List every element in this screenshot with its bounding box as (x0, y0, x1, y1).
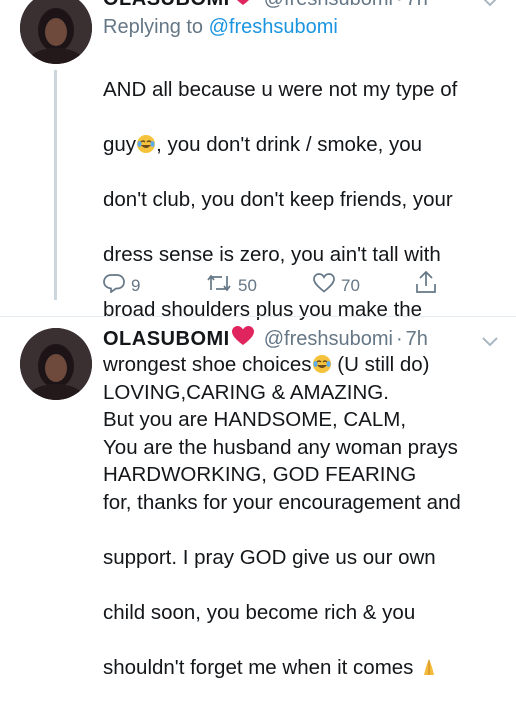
text-fragment: guy (103, 132, 137, 156)
like-icon (313, 273, 335, 298)
tweet-header: OLASUBOMI @freshsubomi · 7h (103, 0, 428, 12)
tweet-actions: 9 50 70 (103, 270, 463, 301)
handle[interactable]: @freshsubomi (264, 0, 393, 11)
retweet-button[interactable]: 50 (206, 273, 257, 298)
avatar[interactable] (20, 0, 92, 64)
tears-of-joy-icon (136, 134, 156, 154)
retweet-count: 50 (238, 275, 257, 295)
text-fragment: , you don't drink / smoke, you (156, 132, 423, 156)
replying-label: Replying to (103, 16, 209, 38)
text-line: don't club, you don't keep friends, your (103, 187, 453, 211)
tweet-divider (0, 316, 516, 317)
reply-icon (103, 273, 125, 298)
timestamp[interactable]: 7h (406, 0, 428, 11)
text-line: You are the husband any woman prays (103, 435, 458, 459)
replying-to: Replying to @freshsubomi (103, 16, 338, 39)
share-icon (415, 270, 437, 299)
like-count: 70 (341, 275, 360, 295)
tweet-header: OLASUBOMI @freshsubomi · 7h (103, 326, 428, 352)
text-line: child soon, you become rich & you (103, 600, 416, 624)
red-heart-icon (232, 0, 254, 12)
tweet-text: LOVING,CARING & AMAZING. You are the hus… (103, 351, 461, 709)
timestamp[interactable]: 7h (406, 328, 428, 351)
retweet-icon (206, 273, 232, 298)
like-button[interactable]: 70 (313, 273, 360, 298)
replying-mention[interactable]: @freshsubomi (209, 16, 338, 38)
share-button[interactable] (415, 270, 437, 299)
text-line: LOVING,CARING & AMAZING. (103, 380, 389, 404)
avatar[interactable] (20, 328, 92, 400)
text-line: guy , you don't drink / smoke, you (103, 131, 457, 159)
praying-hands-icon (419, 657, 439, 677)
separator-dot: · (396, 0, 403, 11)
chevron-down-icon[interactable] (482, 0, 498, 12)
text-line: dress sense is zero, you ain't tall with (103, 242, 441, 266)
text-line: support. I pray GOD give us our own (103, 545, 436, 569)
handle[interactable]: @freshsubomi (264, 328, 393, 351)
chevron-down-icon[interactable] (482, 334, 498, 352)
text-fragment: shouldn't forget me when it comes (103, 655, 414, 679)
separator-dot: · (395, 327, 403, 350)
text-line: shouldn't forget me when it comes (103, 654, 461, 682)
display-name[interactable]: OLASUBOMI (103, 0, 230, 11)
thread-line (54, 70, 57, 300)
text-line: for, thanks for your encouragement and (103, 490, 461, 514)
display-name[interactable]: OLASUBOMI (103, 328, 230, 351)
text-line: AND all because u were not my type of (103, 77, 458, 101)
red-heart-icon (231, 326, 254, 352)
reply-count: 9 (131, 275, 141, 295)
reply-button[interactable]: 9 (103, 273, 140, 298)
